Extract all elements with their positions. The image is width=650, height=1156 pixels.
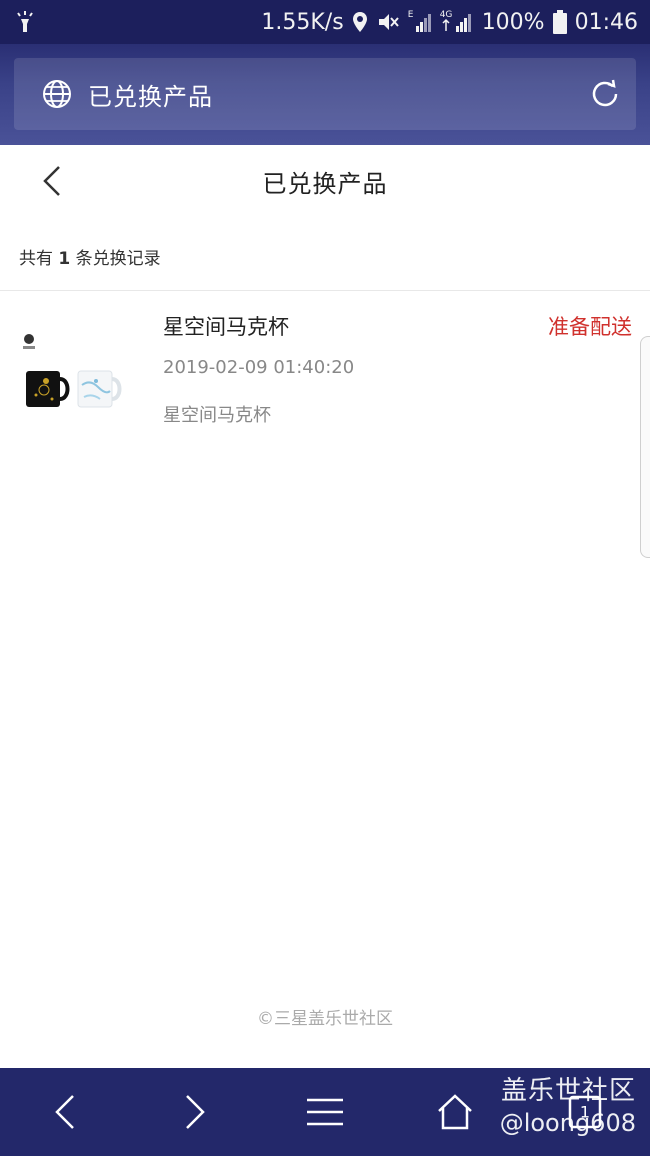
chevron-right-icon (186, 1095, 205, 1129)
url-bar[interactable]: 已兑换产品 (14, 58, 636, 130)
reload-button[interactable] (588, 77, 622, 111)
back-button[interactable] (34, 163, 70, 199)
reload-icon (592, 79, 618, 107)
side-panel-handle[interactable] (640, 336, 650, 558)
browser-toolbar: 已兑换产品 (0, 44, 650, 145)
clock: 01:46 (574, 9, 638, 35)
community-watermark: 盖乐世社区 @loong608 (499, 1076, 636, 1137)
order-list-item[interactable]: 星空间马克杯 准备配送 2019-02-09 01:40:20 星空间马克杯 (0, 291, 650, 451)
nav-menu-button[interactable] (260, 1068, 390, 1156)
product-description: 星空间马克杯 (163, 405, 271, 426)
mute-icon (376, 11, 400, 33)
browser-page-title: 已兑换产品 (88, 82, 213, 111)
signal-e-icon: E (408, 11, 432, 33)
globe-icon (42, 79, 72, 109)
mug-image (23, 334, 122, 408)
order-time: 2019-02-09 01:40:20 (163, 357, 355, 378)
copyright: ©三星盖乐世社区 (257, 1009, 393, 1029)
location-icon (352, 11, 368, 33)
product-thumbnail[interactable] (18, 311, 128, 421)
nav-forward-button[interactable] (130, 1068, 260, 1156)
page-header: 已兑换产品 (0, 145, 650, 217)
record-count: 共有 1 条兑换记录 (19, 249, 161, 269)
chevron-left-icon (43, 166, 60, 196)
home-icon (438, 1094, 472, 1130)
delivery-status: 准备配送 (548, 315, 632, 339)
menu-icon (307, 1098, 343, 1126)
flashlight-icon (14, 10, 36, 34)
record-count-number: 1 (58, 249, 71, 269)
status-bar: 1.55K/s E 4G 100% 01:46 (0, 0, 650, 44)
battery-icon (552, 10, 567, 34)
page-title: 已兑换产品 (262, 169, 388, 198)
chevron-left-icon (55, 1095, 74, 1129)
network-speed: 1.55K/s (261, 9, 344, 35)
nav-back-button[interactable] (0, 1068, 130, 1156)
battery-percent: 100% (481, 9, 545, 35)
signal-4g-icon: 4G (440, 11, 474, 33)
product-name: 星空间马克杯 (163, 315, 289, 339)
